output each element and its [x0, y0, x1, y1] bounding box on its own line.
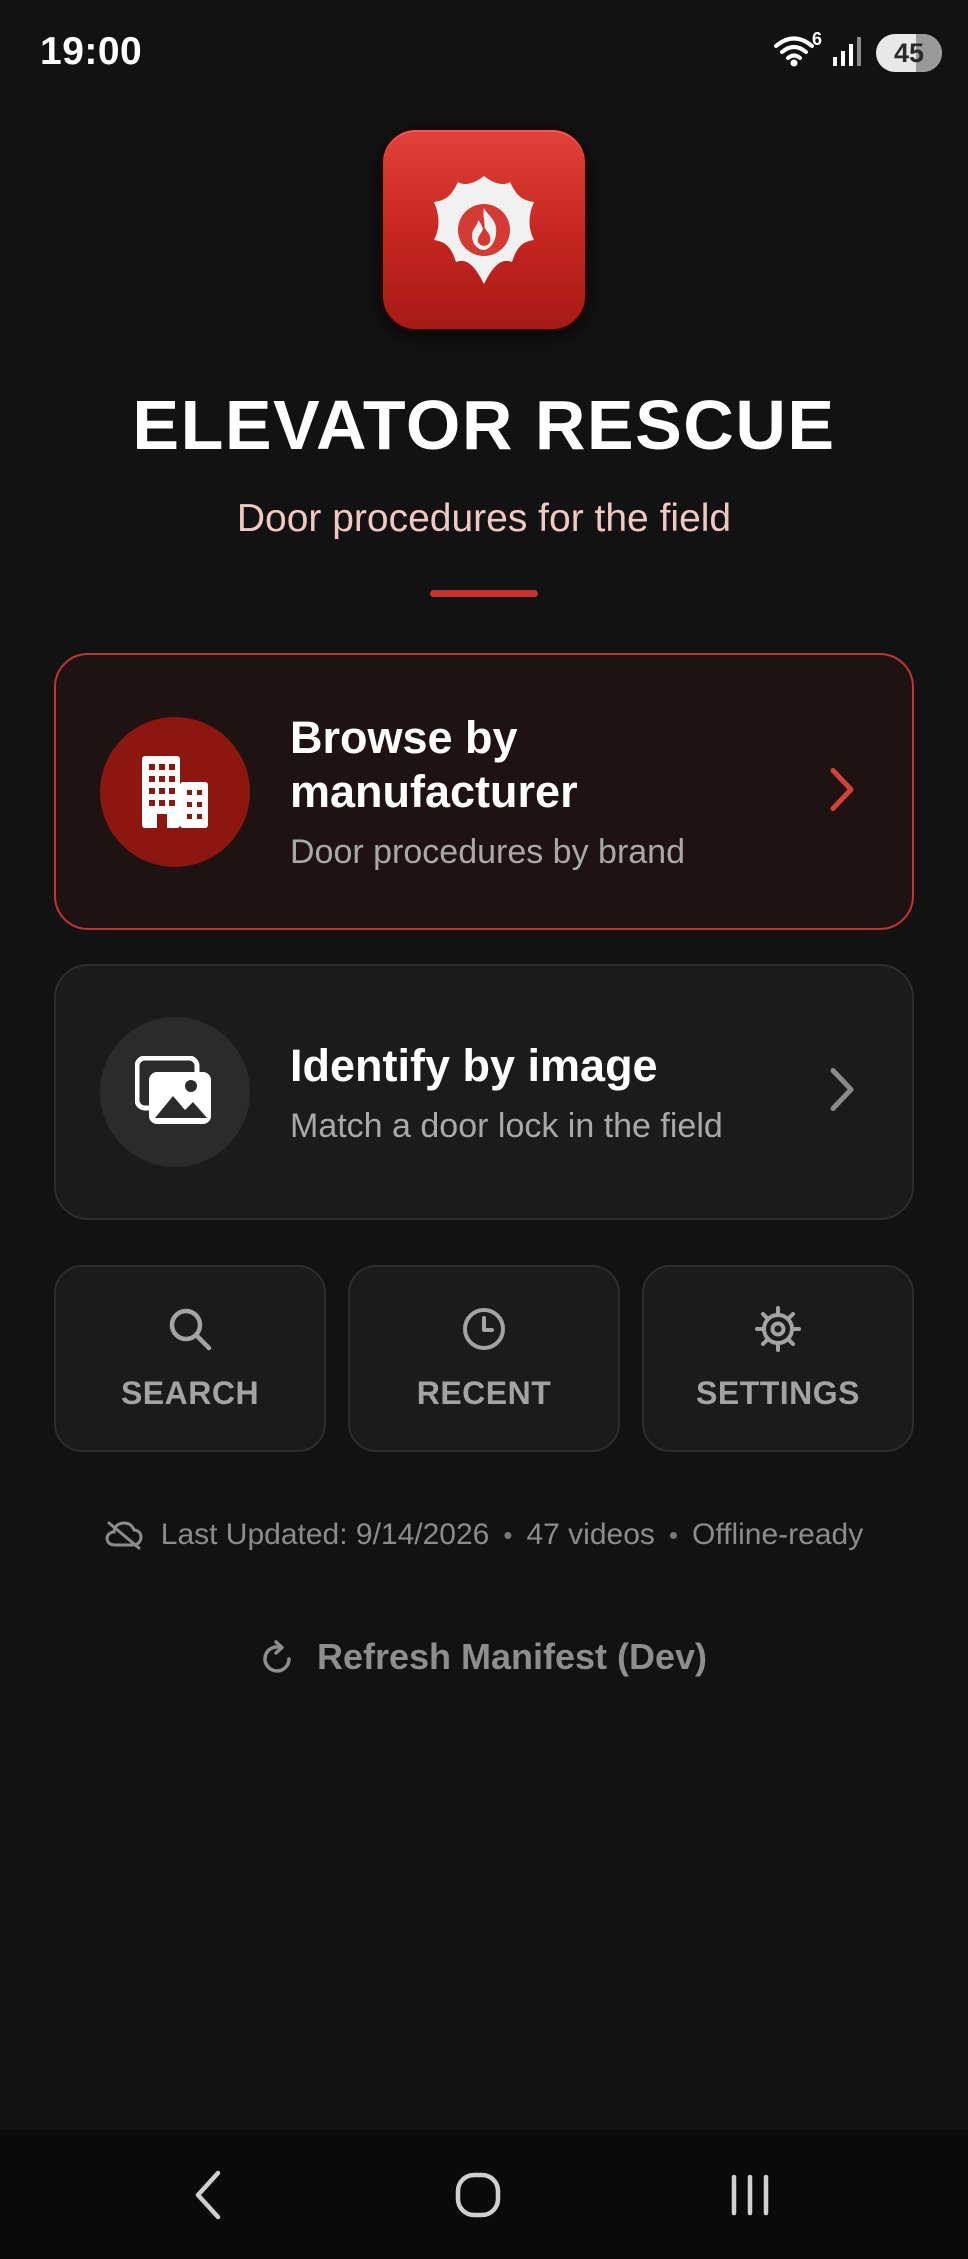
status-icons: 6 45 — [774, 29, 942, 72]
meta-separator: • — [668, 1519, 679, 1550]
app-logo — [380, 127, 588, 332]
title-divider — [430, 590, 538, 597]
wifi-icon: 6 — [774, 29, 822, 71]
browse-card-description: Door procedures by brand — [290, 833, 686, 871]
recent-apps-button[interactable] — [710, 2160, 790, 2230]
back-button[interactable] — [168, 2160, 248, 2230]
meta-separator: • — [503, 1519, 513, 1550]
last-updated-text: Last Updated: 9/14/2026 — [160, 1518, 490, 1551]
refresh-manifest-label: Refresh Manifest (Dev) — [316, 1636, 708, 1677]
cloud-off-icon — [105, 1520, 143, 1550]
images-icon-circle — [100, 1017, 250, 1167]
search-button-label: SEARCH — [120, 1375, 260, 1411]
home-screen: 19:00 6 45 ELEVATOR RESCUE Door procedur… — [0, 0, 968, 2259]
identify-card-description: Match a door lock in the field — [290, 1106, 723, 1145]
identify-card-text: Identify by image Match a door lock in t… — [290, 1039, 812, 1146]
recent-button-label: RECENT — [416, 1375, 552, 1411]
browse-card-text: Browse by manufacturer Door procedures b… — [290, 711, 812, 872]
offline-status-text: Offline-ready — [692, 1518, 864, 1551]
home-icon — [455, 2172, 501, 2218]
chevron-right-icon — [828, 1067, 856, 1118]
home-button[interactable] — [438, 2160, 518, 2230]
refresh-manifest-button[interactable]: Refresh Manifest (Dev) — [0, 1636, 968, 1678]
search-button[interactable]: SEARCH — [54, 1265, 326, 1452]
recent-apps-icon — [731, 2174, 769, 2216]
back-icon — [195, 2170, 221, 2220]
browse-card-title: Browse by manufacturer — [290, 712, 578, 817]
recent-button[interactable]: RECENT — [348, 1265, 620, 1452]
battery-icon: 45 — [876, 34, 942, 72]
app-title: ELEVATOR RESCUE — [132, 386, 836, 464]
building-icon-circle — [100, 716, 250, 867]
signal-icon — [832, 35, 866, 72]
status-bar: 19:00 6 45 — [0, 0, 968, 110]
gear-icon — [754, 1305, 802, 1353]
video-count-text: 47 videos — [526, 1518, 655, 1551]
identify-card-title: Identify by image — [290, 1039, 658, 1091]
refresh-icon — [261, 1639, 295, 1675]
chevron-right-icon — [828, 766, 856, 817]
identify-by-image-card[interactable]: Identify by image Match a door lock in t… — [54, 964, 914, 1220]
building-icon — [142, 755, 208, 828]
wifi-badge: 6 — [811, 29, 822, 49]
system-navigation-bar — [0, 2130, 968, 2259]
settings-button[interactable]: SETTINGS — [642, 1265, 914, 1452]
manifest-meta: Last Updated: 9/14/2026 • 47 videos • Of… — [0, 1518, 968, 1552]
app-subtitle: Door procedures for the field — [236, 497, 732, 540]
images-icon — [135, 1056, 211, 1124]
browse-by-manufacturer-card[interactable]: Browse by manufacturer Door procedures b… — [54, 653, 914, 930]
clock-icon — [461, 1305, 507, 1353]
settings-button-label: SETTINGS — [695, 1375, 860, 1411]
fire-department-maltese-cross-icon — [434, 175, 534, 284]
search-icon — [167, 1305, 213, 1353]
status-time: 19:00 — [40, 30, 143, 73]
battery-level: 45 — [893, 37, 925, 68]
